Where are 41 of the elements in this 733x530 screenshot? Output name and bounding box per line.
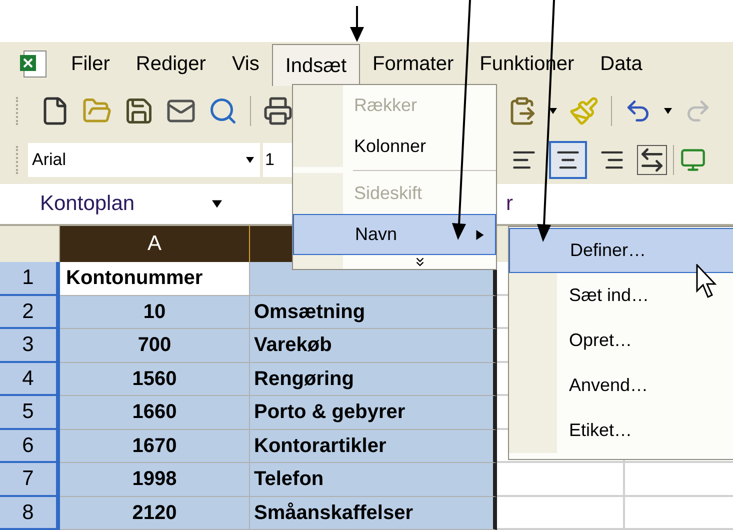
- table-cell: 1560: [60, 362, 250, 396]
- menu-item[interactable]: Navn: [293, 214, 496, 255]
- table-cell-text: Telefon: [254, 467, 324, 492]
- menu-item[interactable]: Formater: [360, 43, 467, 85]
- font-dropdown[interactable]: Arial: [28, 143, 260, 177]
- menu-item[interactable]: Etiket…: [557, 408, 733, 453]
- row-header[interactable]: 2: [0, 296, 60, 329]
- row-header[interactable]: 6: [0, 430, 60, 463]
- table-cell-text: Rengøring: [254, 366, 354, 392]
- menu-item[interactable]: Definer…: [509, 228, 733, 273]
- menu-item[interactable]: Anvend…: [557, 363, 733, 408]
- formula-text: r: [506, 191, 513, 218]
- row-header[interactable]: 4: [0, 362, 60, 396]
- row-header[interactable]: 8: [0, 496, 60, 530]
- menu-item[interactable]: Kolonner: [343, 126, 496, 167]
- row-header[interactable]: 3: [0, 329, 60, 362]
- menu-item[interactable]: Indsæt: [272, 44, 360, 86]
- menu-item[interactable]: Data: [587, 43, 656, 85]
- row-header[interactable]: 7: [0, 463, 60, 496]
- name-box[interactable]: Kontoplan: [10, 186, 190, 222]
- font-name: Arial: [32, 149, 66, 172]
- menu-item[interactable]: Rediger: [122, 43, 219, 85]
- row-header[interactable]: 1: [0, 262, 60, 296]
- column-header[interactable]: A: [60, 226, 250, 262]
- table-cell-text: Småanskaffelser: [254, 500, 413, 526]
- table-cell: 2120: [60, 496, 250, 530]
- table-cell: 1660: [60, 396, 250, 430]
- table-cell: 10: [60, 296, 250, 329]
- table-cell-text: Varekøb: [254, 333, 332, 358]
- table-cell: 700: [60, 329, 250, 362]
- table-cell: 1670: [60, 430, 250, 463]
- table-cell-text: Porto & gebyrer: [254, 400, 406, 426]
- menu-item[interactable]: Opret…: [557, 318, 733, 363]
- menu-item[interactable]: Sæt ind…: [557, 273, 733, 318]
- table-cell: 1998: [60, 463, 250, 496]
- table-cell: Kontonummer: [60, 262, 250, 296]
- table-cell-text: Omsætning: [254, 300, 366, 325]
- menu-item[interactable]: Filer: [58, 43, 123, 85]
- table-cell-text: Kontorartikler: [254, 434, 386, 459]
- menu-item[interactable]: Vis: [218, 43, 272, 85]
- row-header[interactable]: 5: [0, 396, 60, 430]
